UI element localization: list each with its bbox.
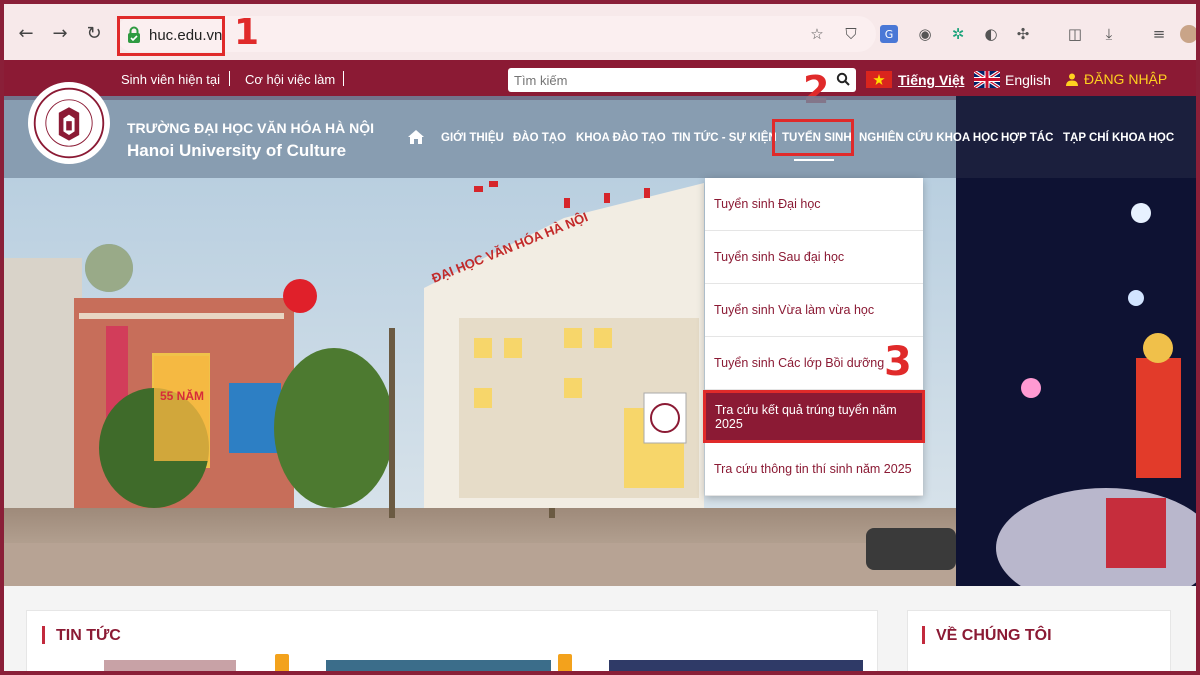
- dropdown-item-undergraduate[interactable]: Tuyển sinh Đại học: [705, 178, 923, 231]
- nav-research[interactable]: NGHIÊN CỨU KHOA HỌC: [859, 132, 998, 144]
- search-icon[interactable]: [836, 72, 850, 86]
- nav-faculties[interactable]: KHOA ĐÀO TẠO: [576, 132, 666, 144]
- split-view-icon[interactable]: ◫: [1066, 25, 1084, 43]
- site-top-bar: Sinh viên hiện tại Cơ hội việc làm Tiếng…: [4, 60, 1196, 112]
- uk-flag-icon[interactable]: [974, 71, 1000, 88]
- anniversary-banner: 55 NĂM: [160, 388, 204, 403]
- reload-icon[interactable]: ↻: [82, 21, 106, 45]
- about-heading: VỀ CHÚNG TÔI: [936, 627, 1052, 644]
- shield-icon[interactable]: ⛉: [842, 25, 860, 43]
- browser-toolbar: ← → ↻ huc.edu.vn ☆ ⛉ G ◉ ✲ ◐ ✣ ◫ ⤓ ≡ 1: [4, 4, 1196, 60]
- translate-extension-icon[interactable]: G: [880, 25, 898, 43]
- news-thumbnail[interactable]: [326, 660, 551, 671]
- divider: [343, 71, 344, 86]
- step-number-1: 1: [234, 12, 260, 53]
- bookmark-ribbon-icon: [275, 654, 289, 671]
- c-extension-icon[interactable]: ◐: [982, 25, 1000, 43]
- news-thumbnail[interactable]: [104, 660, 236, 671]
- news-heading: TIN TỨC: [56, 627, 121, 644]
- step-number-3: 3: [884, 339, 912, 385]
- user-icon: [1066, 73, 1078, 86]
- url-text[interactable]: huc.edu.vn: [149, 27, 222, 44]
- login-link[interactable]: ĐĂNG NHẬP: [1084, 71, 1167, 87]
- current-students-link[interactable]: Sinh viên hiện tại: [121, 72, 220, 87]
- nav-news-events[interactable]: TIN TỨC - SỰ KIỆN: [672, 132, 777, 144]
- nav-admissions[interactable]: TUYỂN SINH: [782, 132, 852, 144]
- address-bar[interactable]: [116, 16, 876, 52]
- chatgpt-extension-icon[interactable]: ✲: [949, 25, 967, 43]
- divider: [229, 71, 230, 86]
- forward-icon[interactable]: →: [48, 21, 72, 45]
- dropdown-item-admission-results[interactable]: Tra cứu kết quả trúng tuyển năm 2025: [703, 390, 925, 443]
- news-title-bar: [42, 626, 45, 644]
- bookmark-ribbon-icon: [558, 654, 572, 671]
- performance-photo: [956, 178, 1196, 586]
- profile-avatar[interactable]: [1180, 25, 1196, 43]
- nav-cooperation[interactable]: HỢP TÁC: [1001, 132, 1053, 144]
- university-logo[interactable]: [28, 82, 110, 164]
- nav-intro[interactable]: GIỚI THIỆU: [441, 132, 504, 144]
- dropdown-item-part-time[interactable]: Tuyển sinh Vừa làm vừa học: [705, 284, 923, 337]
- dropdown-item-postgraduate[interactable]: Tuyển sinh Sau đại học: [705, 231, 923, 284]
- nav-journal[interactable]: TẠP CHÍ KHOA HỌC: [1063, 132, 1174, 144]
- privacy-extension-icon[interactable]: ◉: [916, 25, 934, 43]
- extensions-puzzle-icon[interactable]: ✣: [1014, 25, 1032, 43]
- school-name-english[interactable]: Hanoi University of Culture: [127, 141, 346, 161]
- lang-vietnamese-link[interactable]: Tiếng Việt: [898, 72, 964, 88]
- dropdown-item-candidate-info[interactable]: Tra cứu thông tin thí sinh năm 2025: [705, 443, 923, 496]
- home-icon[interactable]: [407, 129, 425, 145]
- about-title-bar: [922, 626, 925, 644]
- career-link[interactable]: Cơ hội việc làm: [245, 72, 335, 87]
- lang-english-link[interactable]: English: [1005, 72, 1051, 88]
- active-menu-underline: [794, 159, 834, 161]
- media-queue-icon[interactable]: ≡: [1150, 25, 1168, 43]
- nav-training[interactable]: ĐÀO TẠO: [513, 132, 566, 144]
- school-name-vietnamese[interactable]: TRƯỜNG ĐẠI HỌC VĂN HÓA HÀ NỘI: [127, 120, 374, 136]
- back-icon[interactable]: ←: [14, 21, 38, 45]
- download-icon[interactable]: ⤓: [1100, 25, 1118, 43]
- news-thumbnail[interactable]: [609, 660, 863, 671]
- secure-lock-icon: [128, 26, 140, 43]
- vietnam-flag-icon[interactable]: [866, 71, 892, 88]
- bookmark-star-icon[interactable]: ☆: [808, 25, 826, 43]
- admissions-dropdown-menu: Tuyển sinh Đại học Tuyển sinh Sau đại họ…: [703, 178, 925, 496]
- browser-window: ← → ↻ huc.edu.vn ☆ ⛉ G ◉ ✲ ◐ ✣ ◫ ⤓ ≡ 1 S…: [4, 4, 1196, 671]
